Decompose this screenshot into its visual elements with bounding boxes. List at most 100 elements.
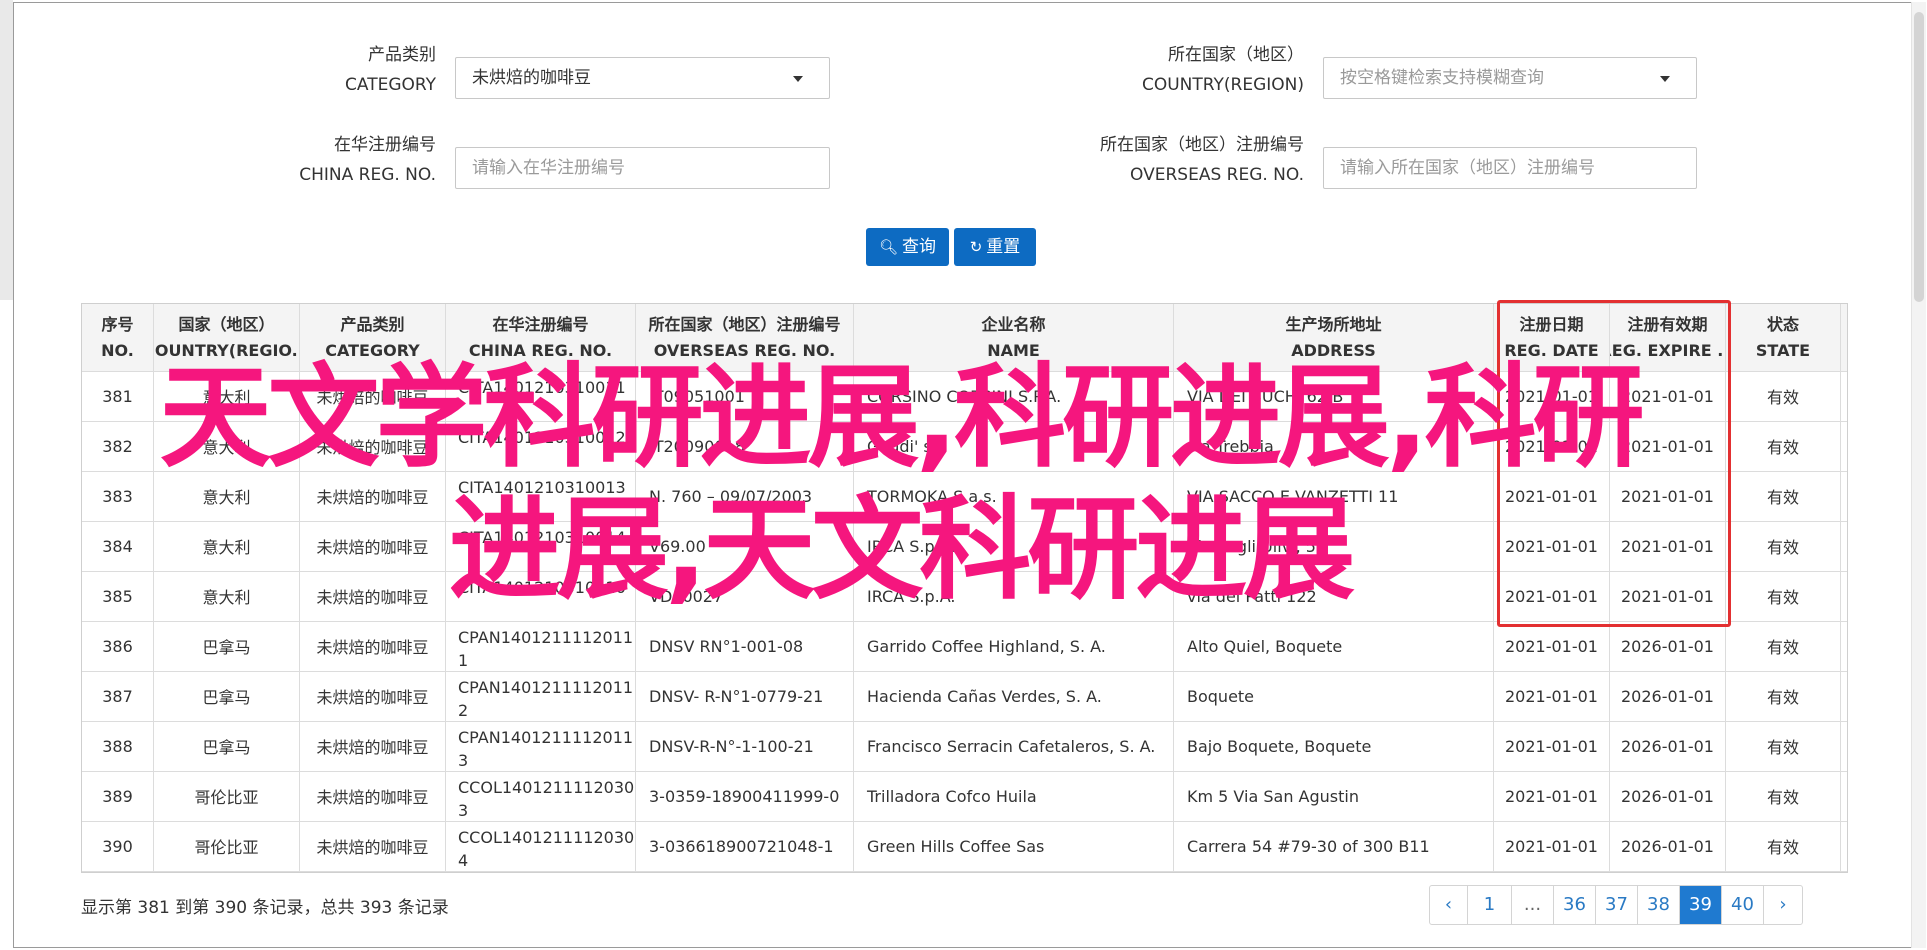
reset-button-label: 重置 (986, 237, 1021, 257)
page-ellipsis: ... (1512, 886, 1554, 924)
table-cell-china-reg: CITA1401210310011 (446, 371, 636, 421)
table-cell-country: 意大利 (154, 371, 300, 421)
table-cell-category: 未烘焙的咖啡豆 (300, 671, 446, 721)
table-cell-overseas-reg: N. 760 – 09/07/2003 (636, 471, 854, 521)
column-header[interactable]: 序号 NO. (82, 304, 154, 371)
page-button[interactable]: 36 (1554, 886, 1596, 924)
table-cell-category: 未烘焙的咖啡豆 (300, 821, 446, 871)
table-row[interactable]: 389 哥伦比亚 未烘焙的咖啡豆 CCOL14012111120303 3-0359-1… (82, 771, 1847, 822)
next-page-button[interactable]: › (1764, 886, 1802, 924)
search-button[interactable]: 🔍︎ 查询 (866, 228, 949, 266)
china-reg-label-cn: 在华注册编号 (334, 135, 436, 155)
table-cell-state: 有效 (1726, 721, 1841, 771)
search-button-label: 查询 (902, 237, 937, 257)
column-header[interactable]: 在华注册编号 CHINA REG. NO. (446, 304, 636, 371)
table-cell-name: Trilladora Cofco Huila (854, 771, 1174, 821)
table-cell-name: Gaudi' srl (854, 421, 1174, 471)
vertical-scrollbar[interactable] (1911, 2, 1926, 948)
table-cell-country: 意大利 (154, 421, 300, 471)
table-cell-overseas-reg: DNSV RN°1-001-08 (636, 621, 854, 671)
reset-button[interactable]: ↻ 重置 (954, 228, 1036, 266)
table-cell-no: 387 (82, 671, 154, 721)
table-cell-country: 哥伦比亚 (154, 821, 300, 871)
column-header-en: OVERSEAS REG. NO. (653, 340, 836, 360)
table-cell-overseas-reg: 3-0359-18900411999-0 (636, 771, 854, 821)
column-header[interactable]: 生产场所地址 ADDRESS (1174, 304, 1494, 371)
china-reg-label: 在华注册编号 CHINA REG. NO. (200, 130, 436, 190)
table-cell-china-reg: CCOL14012111120303 (446, 771, 636, 821)
record-summary: 显示第 381 到第 390 条记录，总共 393 条记录 (81, 898, 449, 918)
column-header[interactable]: 产品类别 CATEGORY (300, 304, 446, 371)
table-row[interactable]: 388 巴拿马 未烘焙的咖啡豆 CPAN14012111120113 DNSV-R-N°… (82, 721, 1847, 772)
page-button[interactable]: 1 (1468, 886, 1512, 924)
table-cell-country: 哥伦比亚 (154, 771, 300, 821)
table-cell-no: 390 (82, 821, 154, 871)
table-cell-state: 有效 (1726, 821, 1841, 871)
table-cell-state: 有效 (1726, 571, 1841, 621)
table-cell-china-reg: CITA1401210310013 (446, 471, 636, 521)
table-cell-china-reg: CITA1401210310014 (446, 521, 636, 571)
table-cell-overseas-reg: 3-036618900721048-1 (636, 821, 854, 871)
category-select[interactable]: 未烘焙的咖啡豆 (455, 57, 830, 99)
table-cell-state: 有效 (1726, 421, 1841, 471)
table-cell-china-reg: CCOL14012111120304 (446, 821, 636, 871)
table-cell-country: 意大利 (154, 521, 300, 571)
column-header-cn: 状态 (1766, 314, 1799, 334)
country-select-placeholder: 按空格键检索支持模糊查询 (1340, 68, 1544, 88)
table-cell-overseas-reg: VD00027 (636, 571, 854, 621)
table-cell-address: Alto Quiel, Boquete (1174, 621, 1494, 671)
table-cell-category: 未烘焙的咖啡豆 (300, 571, 446, 621)
table-cell-category: 未烘焙的咖啡豆 (300, 771, 446, 821)
table-row[interactable]: 390 哥伦比亚 未烘焙的咖啡豆 CCOL14012111120304 3-036618… (82, 821, 1847, 872)
category-label-cn: 产品类别 (368, 45, 436, 65)
table-cell-name: Garrido Coffee Highland, S. A. (854, 621, 1174, 671)
table-cell-name: Green Hills Coffee Sas (854, 821, 1174, 871)
search-icon: 🔍︎ (878, 238, 899, 256)
table-cell-state: 有效 (1726, 621, 1841, 671)
table-cell-address: Boquete (1174, 671, 1494, 721)
table-cell-reg-date: 2021-01-01 (1494, 721, 1610, 771)
china-reg-input[interactable]: 请输入在华注册编号 (455, 147, 830, 189)
overseas-reg-input-placeholder: 请输入所在国家（地区）注册编号 (1340, 158, 1595, 178)
prev-page-button[interactable]: ‹ (1430, 886, 1468, 924)
page-button[interactable]: 38 (1638, 886, 1680, 924)
table-cell-category: 未烘焙的咖啡豆 (300, 421, 446, 471)
table-cell-expire: 2026-01-01 (1610, 771, 1726, 821)
table-cell-state: 有效 (1726, 671, 1841, 721)
overseas-reg-input[interactable]: 请输入所在国家（地区）注册编号 (1323, 147, 1697, 189)
table-cell-china-reg: CITA1401210310012 (446, 421, 636, 471)
highlight-box (1497, 300, 1731, 627)
page-button[interactable]: 40 (1722, 886, 1764, 924)
category-select-value: 未烘焙的咖啡豆 (472, 68, 591, 88)
china-reg-input-placeholder: 请输入在华注册编号 (472, 158, 625, 178)
page-button[interactable]: 39 (1680, 886, 1722, 924)
page-button[interactable]: 37 (1596, 886, 1638, 924)
table-row[interactable]: 387 巴拿马 未烘焙的咖啡豆 CPAN14012111120112 DNSV- R-N… (82, 671, 1847, 722)
table-cell-china-reg: CPAN14012111120113 (446, 721, 636, 771)
table-row[interactable]: 386 巴拿马 未烘焙的咖啡豆 CPAN14012111120111 DNSV RN°1… (82, 621, 1847, 672)
column-header-cn: 所在国家（地区）注册编号 (648, 314, 841, 334)
table-cell-overseas-reg: V69.00 (636, 521, 854, 571)
column-header[interactable]: 状态 STATE (1726, 304, 1841, 371)
column-header[interactable]: 国家（地区） COUNTRY(REGIO... (154, 304, 300, 371)
table-cell-category: 未烘焙的咖啡豆 (300, 721, 446, 771)
column-header[interactable]: 所在国家（地区）注册编号 OVERSEAS REG. NO. (636, 304, 854, 371)
column-header-en: ADDRESS (1291, 340, 1376, 360)
table-cell-china-reg: CPAN14012111120112 (446, 671, 636, 721)
table-cell-expire: 2026-01-01 (1610, 671, 1726, 721)
scrollbar-thumb[interactable] (1914, 12, 1924, 302)
table-cell-category: 未烘焙的咖啡豆 (300, 521, 446, 571)
column-header-cn: 生产场所地址 (1285, 314, 1382, 334)
column-header-en: CATEGORY (325, 340, 420, 360)
column-header-cn: 企业名称 (981, 314, 1046, 334)
table-cell-name: CORSINO CORSINI S.P.A. (854, 371, 1174, 421)
refresh-icon: ↻ (969, 238, 983, 256)
table-cell-overseas-reg: DNSV- R-N°1-0779-21 (636, 671, 854, 721)
column-header[interactable]: 企业名称 NAME (854, 304, 1174, 371)
table-cell-country: 巴拿马 (154, 721, 300, 771)
table-cell-no: 386 (82, 621, 154, 671)
column-header-en: NAME (987, 340, 1040, 360)
table-cell-address: Km 5 Via San Agustin (1174, 771, 1494, 821)
table-cell-category: 未烘焙的咖啡豆 (300, 371, 446, 421)
country-select[interactable]: 按空格键检索支持模糊查询 (1323, 57, 1697, 99)
